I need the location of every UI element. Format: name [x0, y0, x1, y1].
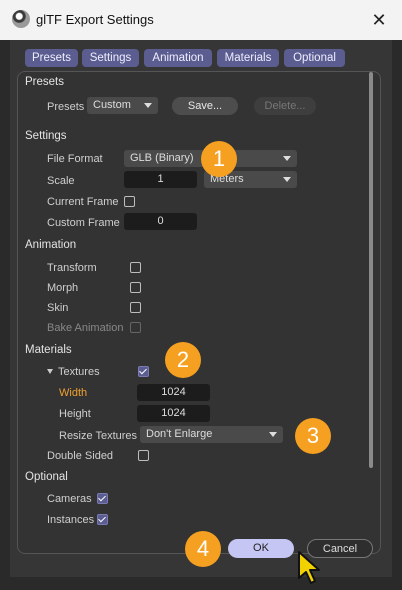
- morph-label: Morph: [47, 282, 79, 294]
- cameras-label: Cameras: [47, 493, 92, 505]
- scrollbar[interactable]: [369, 72, 373, 468]
- bake-animation-checkbox[interactable]: [130, 322, 141, 333]
- callout-badge-3: 3: [295, 418, 331, 454]
- file-format-label: File Format: [47, 153, 103, 165]
- delete-button[interactable]: Delete...: [254, 97, 316, 115]
- height-input[interactable]: 1024: [137, 405, 210, 422]
- current-frame-checkbox[interactable]: [124, 196, 135, 207]
- double-sided-label: Double Sided: [47, 450, 114, 462]
- tab-settings[interactable]: Settings: [82, 49, 139, 67]
- section-optional: Optional: [25, 471, 68, 483]
- tab-animation[interactable]: Animation: [144, 49, 212, 67]
- double-sided-checkbox[interactable]: [138, 450, 149, 461]
- instances-label: Instances: [47, 514, 95, 526]
- chevron-down-icon: [283, 177, 291, 182]
- chevron-down-icon: [269, 432, 277, 437]
- presets-label: Presets: [47, 101, 85, 113]
- presets-value: Custom: [93, 99, 131, 111]
- resize-textures-value: Don't Enlarge: [146, 428, 213, 440]
- custom-frame-label: Custom Frame: [47, 217, 120, 229]
- app-icon: [12, 10, 30, 28]
- transform-checkbox[interactable]: [130, 262, 141, 273]
- settings-panel: [17, 71, 381, 554]
- section-presets: Presets: [25, 76, 64, 88]
- window-title: glTF Export Settings: [36, 12, 154, 27]
- section-materials: Materials: [25, 344, 72, 356]
- resize-textures-label: Resize Textures: [59, 430, 138, 442]
- textures-checkbox[interactable]: [138, 366, 149, 377]
- ok-button[interactable]: OK: [228, 539, 294, 558]
- callout-badge-1: 1: [201, 141, 237, 177]
- resize-textures-dropdown[interactable]: Don't Enlarge: [140, 426, 283, 443]
- cursor-icon: [298, 551, 320, 584]
- chevron-down-icon: [144, 103, 152, 108]
- tab-presets[interactable]: Presets: [25, 49, 78, 67]
- presets-dropdown[interactable]: Custom: [87, 97, 158, 114]
- cameras-checkbox[interactable]: [97, 493, 108, 504]
- section-animation: Animation: [25, 239, 77, 251]
- tab-optional[interactable]: Optional: [284, 49, 345, 67]
- save-button[interactable]: Save...: [172, 97, 238, 115]
- chevron-down-icon: [283, 156, 291, 161]
- scale-input[interactable]: 1: [124, 171, 197, 188]
- section-settings: Settings: [25, 130, 67, 142]
- transform-label: Transform: [47, 262, 97, 274]
- skin-checkbox[interactable]: [130, 302, 141, 313]
- chevron-down-icon[interactable]: [47, 369, 53, 374]
- current-frame-label: Current Frame: [47, 196, 119, 208]
- instances-checkbox[interactable]: [97, 514, 108, 525]
- tab-materials[interactable]: Materials: [217, 49, 279, 67]
- scale-label: Scale: [47, 175, 75, 187]
- width-input[interactable]: 1024: [137, 384, 210, 401]
- callout-badge-4: 4: [185, 531, 221, 567]
- skin-label: Skin: [47, 302, 69, 314]
- file-format-value: GLB (Binary): [130, 152, 194, 164]
- bake-animation-label: Bake Animation: [47, 322, 124, 334]
- close-icon[interactable]: ✕: [368, 9, 390, 31]
- morph-checkbox[interactable]: [130, 282, 141, 293]
- height-label: Height: [59, 408, 91, 420]
- textures-label: Textures: [58, 366, 100, 378]
- custom-frame-input[interactable]: 0: [124, 213, 197, 230]
- callout-badge-2: 2: [165, 342, 201, 378]
- width-label: Width: [59, 387, 88, 399]
